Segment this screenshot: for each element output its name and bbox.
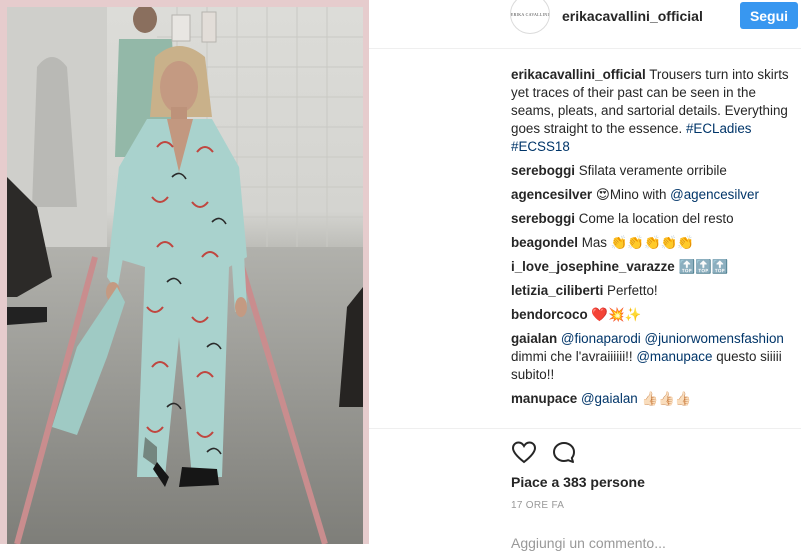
- comment-username[interactable]: bendorcoco: [511, 307, 588, 322]
- comment-icon[interactable]: [551, 440, 577, 466]
- avatar[interactable]: ERIKA CAVALLINI: [510, 0, 550, 34]
- caption-username[interactable]: erikacavallini_official: [511, 67, 646, 82]
- comment-mention[interactable]: @manupace: [636, 349, 712, 364]
- comment-text: Perfetto!: [607, 283, 658, 298]
- comment-text: dimmi che l'avraiiiiii!!: [511, 349, 637, 364]
- follow-button[interactable]: Segui: [740, 2, 798, 29]
- comment-item: gaialan @fionaparodi @juniorwomensfashio…: [511, 330, 793, 384]
- comment-username[interactable]: agencesilver: [511, 187, 592, 202]
- comment-text: Sfilata veramente orribile: [578, 163, 727, 178]
- comment-item: sereboggi Sfilata veramente orribile: [511, 162, 793, 180]
- comment-text: 🔝🔝🔝: [678, 259, 729, 274]
- comment-mention[interactable]: @agencesilver: [670, 187, 759, 202]
- likes-count[interactable]: Piace a 383 persone: [511, 474, 645, 490]
- comment-username[interactable]: letizia_ciliberti: [511, 283, 603, 298]
- comment-username[interactable]: gaialan: [511, 331, 557, 346]
- post-timestamp: 17 ORE FA: [511, 500, 565, 511]
- comment-item: agencesilver 😍Mino with @agencesilver: [511, 186, 793, 204]
- caption: erikacavallini_official Trousers turn in…: [511, 66, 793, 156]
- comment-mention[interactable]: @juniorwomensfashion: [644, 331, 783, 346]
- comment-text: 😍Mino with: [595, 187, 671, 202]
- comment-text: ❤️💥✨: [591, 307, 642, 322]
- comment-username[interactable]: beagondel: [511, 235, 578, 250]
- comment-item: manupace @gaialan 👍🏻👍🏻👍🏻: [511, 390, 793, 408]
- comment-item: beagondel Mas 👏👏👏👏👏: [511, 234, 793, 252]
- heart-icon[interactable]: [511, 440, 537, 466]
- comment-text: Come la location del resto: [578, 211, 734, 226]
- comment-mention[interactable]: @gaialan: [581, 391, 638, 406]
- comment-text: Mas 👏👏👏👏👏: [581, 235, 695, 250]
- comments-list: erikacavallini_official Trousers turn in…: [511, 66, 793, 414]
- post-header: ERIKA CAVALLINI erikacavallini_official …: [510, 0, 801, 38]
- header-divider: [369, 48, 801, 49]
- comment-item: letizia_ciliberti Perfetto!: [511, 282, 793, 300]
- comment-username[interactable]: sereboggi: [511, 211, 575, 226]
- comment-text: 👍🏻👍🏻👍🏻: [637, 391, 692, 406]
- avatar-logo-text: ERIKA CAVALLINI: [510, 11, 550, 17]
- header-username[interactable]: erikacavallini_official: [562, 8, 703, 24]
- post-photo[interactable]: [7, 7, 363, 544]
- comment-username[interactable]: manupace: [511, 391, 577, 406]
- comment-item: bendorcoco ❤️💥✨: [511, 306, 793, 324]
- comment-item: i_love_josephine_varazze 🔝🔝🔝: [511, 258, 793, 276]
- comment-mention[interactable]: @fionaparodi: [561, 331, 641, 346]
- comment-item: sereboggi Come la location del resto: [511, 210, 793, 228]
- actions-divider: [369, 428, 801, 429]
- photo-frame: [0, 0, 369, 544]
- comment-username[interactable]: i_love_josephine_varazze: [511, 259, 675, 274]
- comment-username[interactable]: sereboggi: [511, 163, 575, 178]
- runway-image: [7, 7, 363, 544]
- add-comment-input[interactable]: Aggiungi un commento...: [511, 535, 666, 551]
